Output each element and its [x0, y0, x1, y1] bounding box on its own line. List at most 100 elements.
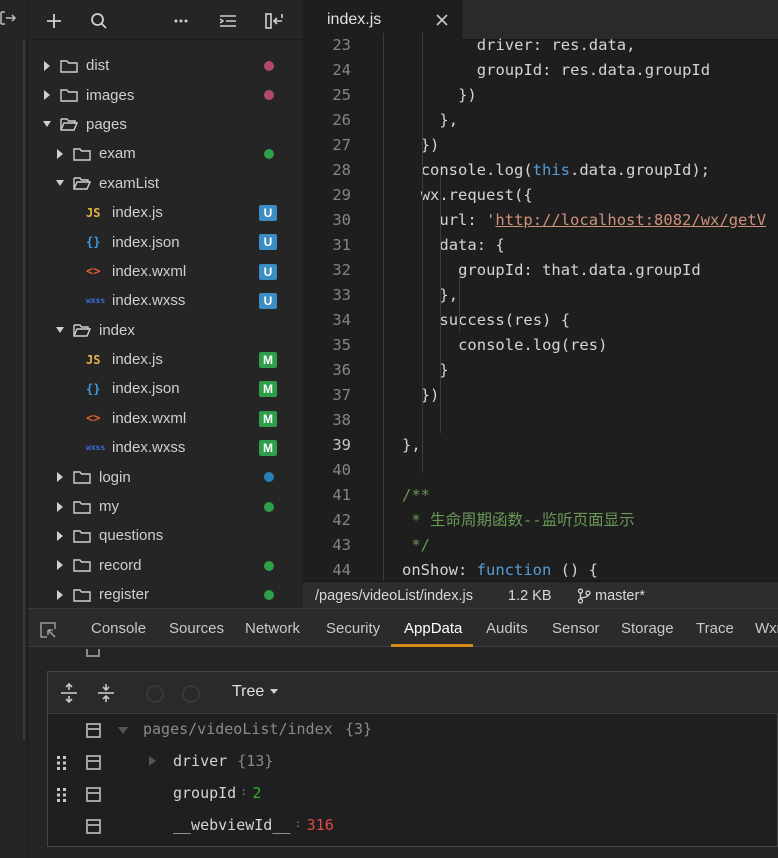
drag-handle-icon[interactable] — [56, 787, 68, 803]
code-line: 33}, — [303, 283, 778, 308]
file-item[interactable]: wxss index.wxss M — [28, 433, 290, 462]
tab-security[interactable]: Security — [326, 620, 380, 637]
data-key: driver — [173, 752, 228, 770]
root-key: pages/videoList/index — [143, 720, 333, 738]
tree-root-row[interactable]: pages/videoList/index {3} — [48, 714, 778, 746]
file-item[interactable]: wxss index.wxss U — [28, 286, 290, 315]
folder-item-examlist[interactable]: examList — [28, 169, 290, 198]
code-text: url: 'http://localhost:8082/wx/getV — [439, 208, 766, 233]
close-icon[interactable] — [436, 14, 448, 26]
data-row-groupid[interactable]: groupId:2 — [48, 778, 778, 810]
file-item[interactable]: <> index.wxml U — [28, 257, 290, 286]
chevron-right-icon[interactable] — [55, 148, 65, 160]
folder-open-icon — [73, 177, 91, 190]
edit-icon[interactable] — [86, 755, 101, 770]
tab-network[interactable]: Network — [245, 620, 300, 637]
view-mode-select[interactable]: Tree — [232, 683, 279, 701]
folder-item-index[interactable]: index — [28, 316, 290, 345]
line-number: 35 — [332, 336, 351, 354]
folder-item-images[interactable]: images — [28, 80, 290, 109]
tab-console[interactable]: Console — [91, 620, 146, 637]
folder-item-dist[interactable]: dist — [28, 51, 290, 80]
tab-sensor[interactable]: Sensor — [552, 620, 600, 637]
code-token: console.log(res) — [458, 336, 608, 354]
line-number: 33 — [332, 286, 351, 304]
code-text: groupId: res.data.groupId — [477, 58, 710, 83]
more-icon[interactable] — [171, 11, 191, 31]
git-status-badge: M — [259, 440, 277, 457]
tab-appdata[interactable]: AppData — [404, 620, 462, 637]
tree-item-label: dist — [86, 57, 110, 75]
chevron-down-icon[interactable] — [42, 118, 52, 130]
tab-sources[interactable]: Sources — [169, 620, 224, 637]
chevron-right-icon[interactable] — [55, 530, 65, 542]
code-token: ' — [486, 211, 496, 229]
line-number: 31 — [332, 236, 351, 254]
file-item[interactable]: <> index.wxml M — [28, 404, 290, 433]
folder-item-questions[interactable]: questions — [28, 521, 290, 550]
line-number: 39 — [332, 436, 351, 454]
folder-icon — [60, 59, 78, 73]
data-row-webviewid[interactable]: __webviewId__:316 — [48, 810, 778, 842]
folder-item-register[interactable]: register — [28, 580, 290, 609]
data-row-driver[interactable]: driver {13} — [48, 746, 778, 778]
code-token: http://localhost:8082/wx/getV — [495, 211, 767, 229]
file-item[interactable]: JS index.js U — [28, 198, 290, 227]
chevron-right-icon[interactable] — [42, 60, 52, 72]
line-number: 41 — [332, 486, 351, 504]
caret-right-icon[interactable] — [149, 756, 156, 766]
code-text: console.log(this.data.groupId); — [421, 158, 710, 183]
git-status-badge: U — [259, 263, 277, 280]
inspect-element-icon[interactable] — [39, 621, 57, 639]
search-icon[interactable] — [89, 11, 109, 31]
chevron-right-icon[interactable] — [55, 559, 65, 571]
file-item[interactable]: {} index.json U — [28, 227, 290, 256]
folder-item-pages[interactable]: pages — [28, 110, 290, 139]
appdata-panel: Tree pages/videoList/index {3} driver {13} g… — [47, 671, 778, 847]
code-area[interactable]: 23 driver: res.data, 24 groupId: res.data.g… — [303, 33, 778, 581]
code-token: this — [532, 161, 570, 179]
git-branch[interactable]: master* — [595, 588, 645, 604]
folder-item-my[interactable]: my — [28, 492, 290, 521]
exit-icon[interactable] — [0, 9, 18, 27]
undo-icon — [146, 685, 164, 703]
code-line: 34 success(res) { — [303, 308, 778, 333]
tab-trace[interactable]: Trace — [696, 620, 734, 637]
code-token: function — [476, 561, 552, 579]
split-icon[interactable] — [264, 11, 284, 31]
expand-all-icon[interactable] — [58, 682, 80, 704]
collapse-icon[interactable] — [218, 11, 238, 31]
code-text: data: { — [439, 233, 504, 258]
file-item[interactable]: JS index.js M — [28, 345, 290, 374]
tab-audits[interactable]: Audits — [486, 620, 528, 637]
edit-icon[interactable] — [86, 723, 101, 738]
data-value[interactable]: 2 — [252, 784, 261, 802]
file-item[interactable]: {} index.json M — [28, 374, 290, 403]
drag-handle-icon[interactable] — [56, 755, 68, 771]
tab-wxm[interactable]: Wxm — [755, 620, 778, 637]
code-token: wx.request({ — [420, 186, 533, 204]
folder-item-exam[interactable]: exam — [28, 139, 290, 168]
tree-item-label: record — [99, 556, 142, 574]
active-tab-indicator — [391, 644, 473, 647]
tab-storage[interactable]: Storage — [621, 620, 674, 637]
add-icon[interactable] — [44, 11, 64, 31]
file-type-icon: <> — [86, 264, 101, 279]
folder-item-record[interactable]: record — [28, 551, 290, 580]
chevron-down-icon[interactable] — [55, 177, 65, 189]
folder-icon — [73, 530, 91, 543]
chevron-right-icon[interactable] — [55, 471, 65, 483]
collapse-all-icon[interactable] — [95, 682, 117, 704]
code-line: 35 console.log(res) — [303, 333, 778, 358]
chevron-right-icon[interactable] — [55, 501, 65, 513]
tree-item-label: pages — [86, 115, 127, 133]
code-token: }, — [439, 286, 459, 304]
chevron-right-icon[interactable] — [55, 589, 65, 601]
edit-icon[interactable] — [86, 787, 101, 802]
chevron-right-icon[interactable] — [42, 89, 52, 101]
caret-down-icon[interactable] — [118, 727, 128, 734]
data-value[interactable]: 316 — [307, 816, 334, 834]
edit-icon[interactable] — [86, 819, 101, 834]
folder-item-login[interactable]: login — [28, 462, 290, 491]
chevron-down-icon[interactable] — [55, 324, 65, 336]
